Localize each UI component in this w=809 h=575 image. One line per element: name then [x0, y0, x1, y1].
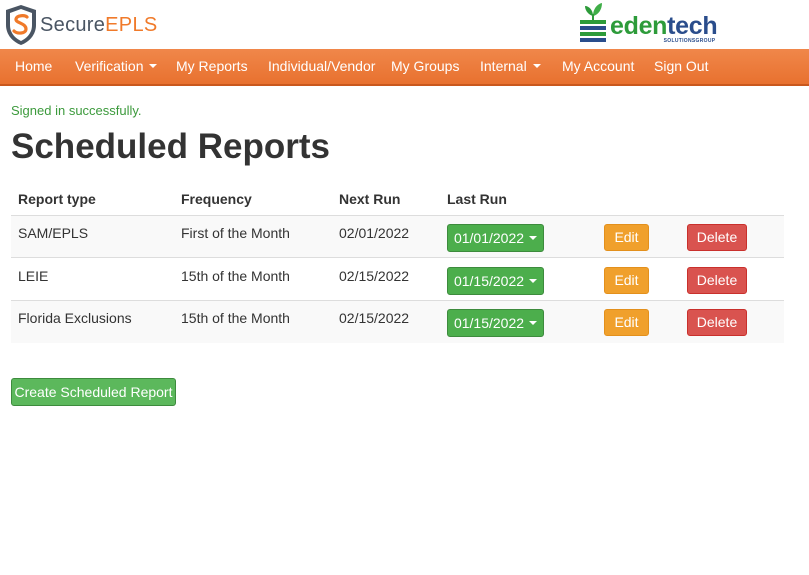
site-header: SecureEPLS edentech SOLUTIONSGROUP: [0, 0, 809, 49]
edentech-wordmark: edentech SOLUTIONSGROUP: [610, 12, 718, 44]
nav-my-reports-label: My Reports: [176, 58, 248, 74]
nav-my-groups[interactable]: My Groups: [391, 49, 459, 84]
nav-my-groups-label: My Groups: [391, 58, 460, 74]
nav-internal-label: Internal: [480, 58, 527, 74]
logo-text-secure: Secure: [40, 13, 106, 36]
cell-report-type: SAM/EPLS: [18, 225, 89, 241]
edit-button[interactable]: Edit: [604, 267, 649, 294]
caret-down-icon: [149, 64, 158, 69]
nav-sign-out-label: Sign Out: [654, 58, 709, 74]
edentech-logo[interactable]: edentech SOLUTIONSGROUP: [579, 0, 718, 46]
last-run-dropdown-button[interactable]: 01/15/2022: [447, 309, 544, 337]
cell-frequency: 15th of the Month: [181, 310, 290, 326]
last-run-dropdown-button[interactable]: 01/01/2022: [447, 224, 544, 252]
column-header-frequency: Frequency: [181, 191, 252, 207]
edit-button[interactable]: Edit: [604, 224, 649, 251]
table-row: Florida Exclusions 15th of the Month 02/…: [11, 301, 784, 343]
nav-verification[interactable]: Verification: [75, 49, 158, 84]
cell-frequency: First of the Month: [181, 225, 290, 241]
table-row: LEIE 15th of the Month 02/15/2022 01/15/…: [11, 259, 784, 301]
edentech-stack-icon: [580, 3, 606, 42]
column-header-last-run: Last Run: [447, 191, 507, 207]
caret-down-icon: [529, 321, 538, 326]
secureepls-logo[interactable]: SecureEPLS: [3, 2, 158, 48]
nav-my-account[interactable]: My Account: [562, 49, 634, 84]
nav-individual-vendor-label: Individual/Vendor: [268, 58, 376, 74]
nav-individual-vendor[interactable]: Individual/Vendor: [268, 49, 375, 84]
page-title: Scheduled Reports: [11, 127, 330, 166]
cell-next-run: 02/01/2022: [339, 225, 410, 241]
flash-notice: Signed in successfully.: [11, 103, 142, 118]
nav-verification-label: Verification: [75, 58, 144, 74]
secureepls-wordmark: SecureEPLS: [40, 14, 158, 37]
last-run-label: 01/15/2022: [453, 315, 525, 331]
nav-my-reports[interactable]: My Reports: [176, 49, 248, 84]
logo-text-epls: EPLS: [105, 13, 158, 36]
column-header-report-type: Report type: [18, 191, 96, 207]
delete-button[interactable]: Delete: [687, 267, 747, 294]
caret-down-icon: [529, 236, 538, 241]
caret-down-icon: [529, 279, 538, 284]
nav-sign-out[interactable]: Sign Out: [654, 49, 708, 84]
nav-home[interactable]: Home: [15, 49, 52, 84]
logo-subtext: SOLUTIONSGROUP: [663, 38, 716, 44]
last-run-dropdown-button[interactable]: 01/15/2022: [447, 267, 544, 295]
column-header-next-run: Next Run: [339, 191, 401, 207]
delete-button[interactable]: Delete: [687, 309, 747, 336]
main-navbar: Home Verification My Reports Individual/…: [0, 49, 809, 86]
table-row: SAM/EPLS First of the Month 02/01/2022 0…: [11, 216, 784, 258]
last-run-label: 01/01/2022: [453, 230, 525, 246]
delete-button[interactable]: Delete: [687, 224, 747, 251]
shield-s-icon: [6, 5, 36, 45]
edit-button[interactable]: Edit: [604, 309, 649, 336]
cell-frequency: 15th of the Month: [181, 268, 290, 284]
logo-text-tech: tech: [667, 12, 718, 40]
cell-report-type: LEIE: [18, 268, 49, 284]
cell-next-run: 02/15/2022: [339, 268, 410, 284]
caret-down-icon: [532, 64, 541, 69]
last-run-label: 01/15/2022: [453, 273, 525, 289]
nav-home-label: Home: [15, 58, 53, 74]
logo-text-eden: eden: [610, 12, 668, 40]
cell-report-type: Florida Exclusions: [18, 310, 132, 326]
nav-my-account-label: My Account: [562, 58, 635, 74]
nav-internal[interactable]: Internal: [480, 49, 541, 84]
cell-next-run: 02/15/2022: [339, 310, 410, 326]
create-scheduled-report-button[interactable]: Create Scheduled Report: [11, 378, 176, 406]
